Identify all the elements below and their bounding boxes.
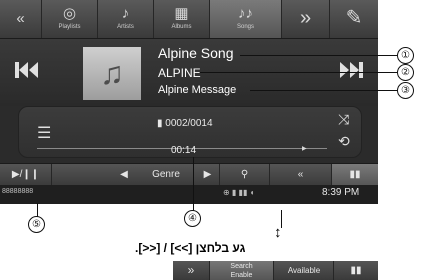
- double-arrow-icon: ↕: [274, 224, 282, 241]
- shuffle-icon[interactable]: ⤨: [338, 111, 349, 128]
- callout-1: ①: [397, 47, 414, 64]
- callout-line-2: [200, 72, 397, 73]
- album-art: ♫: [83, 47, 141, 100]
- tab-playlists[interactable]: ◎ Playlists: [42, 0, 98, 38]
- tab-playlists-label: Playlists: [58, 24, 81, 30]
- callout-line-4: [193, 157, 194, 212]
- clock: 8:39 PM: [322, 187, 360, 198]
- search-icon: ⚲: [240, 169, 249, 180]
- strip-search-line1: Search: [230, 263, 253, 270]
- double-chevron-left-icon: «: [16, 10, 25, 27]
- status-icons: ⊕ ▮ ▮▮ ◖: [223, 188, 255, 197]
- track-info-panel: ☰ ▮ 0002/0014 ⤨ ⟲ 00:14 ▶: [18, 106, 362, 158]
- double-chevron-right-icon: »: [299, 7, 312, 29]
- strip-search-line2: Enable: [230, 272, 253, 279]
- songs-icon: ♪♪: [238, 5, 253, 22]
- next-track-icon: [340, 62, 363, 78]
- top-nav-bar: « ◎ Playlists ♪ Artists ▦ Albums ♪♪ Song…: [0, 0, 378, 39]
- status-source: 88888888: [2, 188, 34, 195]
- song-title: Alpine Song: [158, 45, 234, 61]
- top-forward-button[interactable]: »: [282, 0, 330, 38]
- repeat-icon[interactable]: ⟲: [338, 133, 350, 150]
- callout-line-3: [250, 90, 397, 91]
- previous-track-button[interactable]: [10, 55, 44, 85]
- edit-icon: ✎: [345, 7, 363, 29]
- strip-mode-button[interactable]: ▮▮: [334, 261, 378, 280]
- genre-label: Genre: [152, 169, 180, 180]
- tab-albums-label: Albums: [171, 24, 192, 30]
- list-icon[interactable]: ☰: [37, 123, 51, 143]
- top-back-button[interactable]: «: [0, 0, 42, 38]
- bottom-control-bar: ▶/❙❙ ◀ Genre ▶ ⚲ « ▮▮: [0, 163, 378, 186]
- strip-available-button[interactable]: Available: [275, 261, 334, 280]
- strip-search-button[interactable]: Search Enable: [210, 261, 274, 280]
- callout-4: ④: [184, 210, 201, 227]
- album-name: Alpine Message: [158, 84, 237, 96]
- tab-artists[interactable]: ♪ Artists: [98, 0, 154, 38]
- tab-songs[interactable]: ♪♪ Songs: [210, 0, 282, 38]
- progress-marker: ▶: [302, 146, 307, 152]
- callout-5: ⑤: [28, 216, 45, 233]
- elapsed-time: 00:14: [171, 145, 197, 156]
- previous-track-icon: [15, 62, 38, 78]
- mode-button[interactable]: ▮▮: [332, 164, 378, 186]
- genre-next-button[interactable]: ▶: [196, 164, 220, 186]
- callout-3: ③: [397, 82, 414, 99]
- tab-albums[interactable]: ▦ Albums: [154, 0, 210, 38]
- artist-name: ALPINE: [158, 66, 201, 80]
- artist-icon: ♪: [121, 5, 130, 22]
- search-button[interactable]: ⚲: [220, 164, 270, 186]
- strip-forward-button[interactable]: »: [173, 261, 210, 280]
- callout-2: ②: [397, 64, 414, 81]
- disc-icon: ◎: [62, 5, 77, 22]
- tab-artists-label: Artists: [117, 24, 134, 30]
- tab-songs-label: Songs: [236, 24, 254, 30]
- status-bar: 88888888 ⊕ ▮ ▮▮ ◖ 8:39 PM: [0, 185, 378, 204]
- next-track-button[interactable]: [334, 55, 368, 85]
- genre-prev-button[interactable]: ◀: [112, 164, 136, 186]
- player-screen: « ◎ Playlists ♪ Artists ▦ Albums ♪♪ Song…: [0, 0, 378, 204]
- play-pause-button[interactable]: ▶/❙❙: [0, 164, 52, 186]
- callout-line-1: [240, 55, 397, 56]
- track-number: ▮ 0002/0014: [157, 118, 213, 129]
- album-icon: ▦: [174, 5, 189, 22]
- settings-button[interactable]: ✎: [330, 0, 378, 38]
- instruction-note: גע בלחצן [>>] / [<<].: [135, 241, 246, 255]
- back-button[interactable]: «: [270, 164, 332, 186]
- music-note-icon: ♫: [100, 55, 124, 91]
- alternate-control-strip: » Search Enable Available ▮▮: [173, 261, 378, 280]
